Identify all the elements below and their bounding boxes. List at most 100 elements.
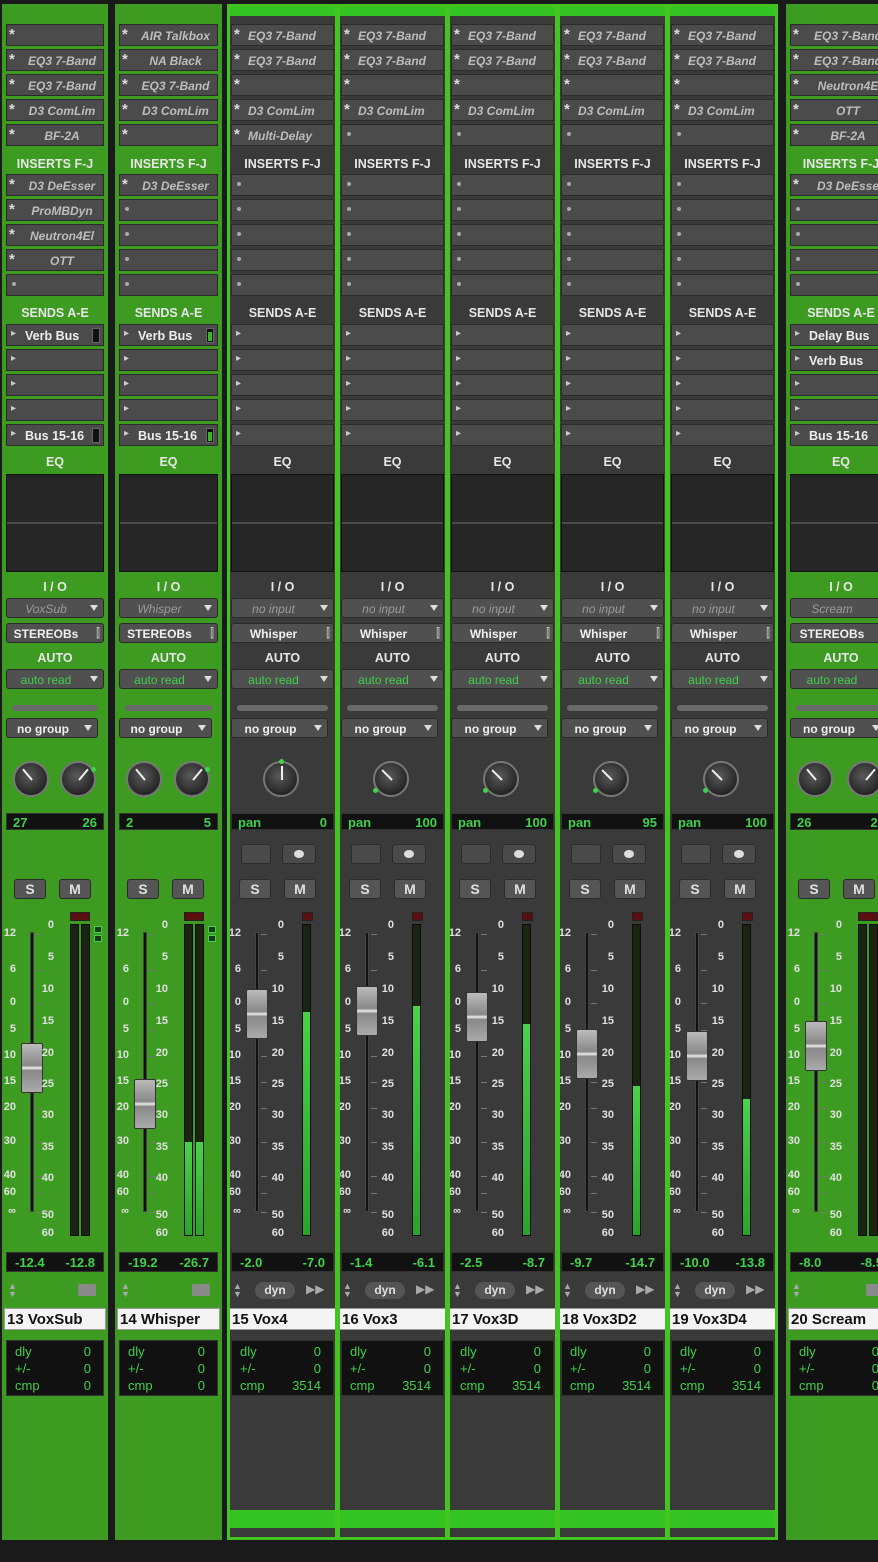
insert-slot[interactable]: * OTT (790, 99, 878, 121)
send-slot[interactable]: ▸ (341, 424, 444, 446)
solo-button[interactable]: S (569, 879, 601, 899)
send-slot[interactable]: ▸ (119, 374, 218, 396)
automation-mode-selector[interactable]: auto read (561, 669, 664, 689)
output-selector[interactable]: STEREOBs⫿ (6, 623, 104, 643)
pan-knob[interactable] (483, 761, 519, 797)
insert-slot[interactable]: * BF-2A (790, 124, 878, 146)
send-slot[interactable]: ▸ Verb Bus (6, 324, 104, 346)
insert-slot[interactable] (341, 199, 444, 221)
send-slot[interactable]: ▸ (671, 399, 774, 421)
pan-knob-right[interactable] (60, 761, 96, 797)
insert-slot[interactable]: * EQ3 7-Band (6, 74, 104, 96)
insert-slot[interactable]: * D3 ComLim (671, 99, 774, 121)
solo-button[interactable]: S (679, 879, 711, 899)
output-selector[interactable]: STEREOBs⫿ (119, 623, 218, 643)
send-slot[interactable]: ▸ Bus 15-16 (6, 424, 104, 446)
dyn-button[interactable]: dyn (695, 1282, 735, 1299)
mute-button[interactable]: M (172, 879, 204, 899)
eq-display[interactable] (341, 474, 444, 572)
solo-button[interactable]: S (349, 879, 381, 899)
track-order-arrows-icon[interactable]: ▲ ▼ (673, 1282, 682, 1299)
insert-slot[interactable] (341, 174, 444, 196)
record-enable-button[interactable] (392, 844, 426, 864)
eq-display[interactable] (451, 474, 554, 572)
insert-slot[interactable] (231, 199, 334, 221)
track-name[interactable]: 19 Vox3D4 (670, 1308, 775, 1330)
mute-button[interactable]: M (284, 879, 316, 899)
automation-mode-selector[interactable]: auto read (451, 669, 554, 689)
pan-knob-left[interactable] (797, 761, 833, 797)
track-name[interactable]: 20 Scream (788, 1308, 878, 1330)
insert-slot[interactable]: * EQ3 7-Band (671, 49, 774, 71)
track-name[interactable]: 14 Whisper (117, 1308, 220, 1330)
track-name[interactable]: 15 Vox4 (230, 1308, 335, 1330)
insert-slot[interactable] (671, 124, 774, 146)
send-slot[interactable]: ▸ (451, 399, 554, 421)
insert-slot[interactable]: * EQ3 7-Band (561, 49, 664, 71)
insert-slot[interactable]: * D3 DeEsse (790, 174, 878, 196)
insert-slot[interactable] (561, 124, 664, 146)
eq-display[interactable] (671, 474, 774, 572)
send-slot[interactable]: ▸ (671, 374, 774, 396)
input-selector[interactable]: no input (231, 598, 334, 618)
input-selector[interactable]: VoxSub (6, 598, 104, 618)
insert-slot[interactable]: * Neutron4El (6, 224, 104, 246)
automation-mode-selector[interactable]: auto read (119, 669, 218, 689)
send-slot[interactable]: ▸ Verb Bus (790, 349, 878, 371)
insert-slot[interactable] (671, 274, 774, 296)
eq-display[interactable] (6, 474, 104, 572)
group-selector[interactable]: no group (790, 718, 878, 738)
mute-button[interactable]: M (59, 879, 91, 899)
input-monitor-button[interactable] (571, 844, 601, 864)
solo-button[interactable]: S (459, 879, 491, 899)
insert-slot[interactable] (561, 174, 664, 196)
send-slot[interactable]: ▸ Delay Bus (790, 324, 878, 346)
solo-button[interactable]: S (14, 879, 46, 899)
insert-slot[interactable] (341, 249, 444, 271)
insert-slot[interactable]: * (231, 74, 334, 96)
send-slot[interactable]: ▸ (119, 399, 218, 421)
send-slot[interactable]: ▸ (451, 374, 554, 396)
send-slot[interactable]: ▸ (231, 424, 334, 446)
track-name[interactable]: 17 Vox3D (450, 1308, 555, 1330)
insert-slot[interactable]: * D3 ComLim (6, 99, 104, 121)
insert-slot[interactable] (231, 249, 334, 271)
input-monitor-button[interactable] (461, 844, 491, 864)
automation-mode-selector[interactable]: auto read (341, 669, 444, 689)
insert-slot[interactable] (671, 249, 774, 271)
insert-slot[interactable] (790, 199, 878, 221)
insert-slot[interactable]: * EQ3 7-Band (451, 49, 554, 71)
record-enable-button[interactable] (612, 844, 646, 864)
insert-slot[interactable] (231, 174, 334, 196)
insert-slot[interactable]: * EQ3 7-Band (119, 74, 218, 96)
insert-slot[interactable] (119, 274, 218, 296)
output-selector[interactable]: Whisper ⫿ (341, 623, 444, 643)
output-selector[interactable]: Whisper ⫿ (451, 623, 554, 643)
playlist-icon[interactable]: ▶▶ (746, 1282, 764, 1296)
output-selector[interactable]: STEREOBs⫿ (790, 623, 878, 643)
send-slot[interactable]: ▸ (451, 349, 554, 371)
insert-slot[interactable] (561, 249, 664, 271)
pan-knob[interactable] (263, 759, 299, 797)
record-enable-button[interactable] (282, 844, 316, 864)
send-slot[interactable]: ▸ (231, 324, 334, 346)
insert-slot[interactable]: * EQ3 7-Band (6, 49, 104, 71)
eq-display[interactable] (231, 474, 334, 572)
track-order-arrows-icon[interactable]: ▲ ▼ (563, 1282, 572, 1299)
group-selector[interactable]: no group (6, 718, 98, 738)
insert-slot[interactable]: * (561, 74, 664, 96)
pan-knob-right[interactable] (847, 761, 878, 797)
insert-slot[interactable]: * D3 DeEsser (119, 174, 218, 196)
group-selector[interactable]: no group (451, 718, 548, 738)
input-selector[interactable]: no input (671, 598, 774, 618)
record-enable-button[interactable] (722, 844, 756, 864)
input-selector[interactable]: Whisper (119, 598, 218, 618)
solo-button[interactable]: S (239, 879, 271, 899)
track-name[interactable]: 18 Vox3D2 (560, 1308, 665, 1330)
solo-button[interactable]: S (127, 879, 159, 899)
insert-slot[interactable]: * EQ3 7-Band (231, 24, 334, 46)
send-slot[interactable]: ▸ (561, 374, 664, 396)
insert-slot[interactable]: * EQ3 7-Band (790, 24, 878, 46)
pan-knob[interactable] (373, 761, 409, 797)
send-slot[interactable]: ▸ (6, 349, 104, 371)
